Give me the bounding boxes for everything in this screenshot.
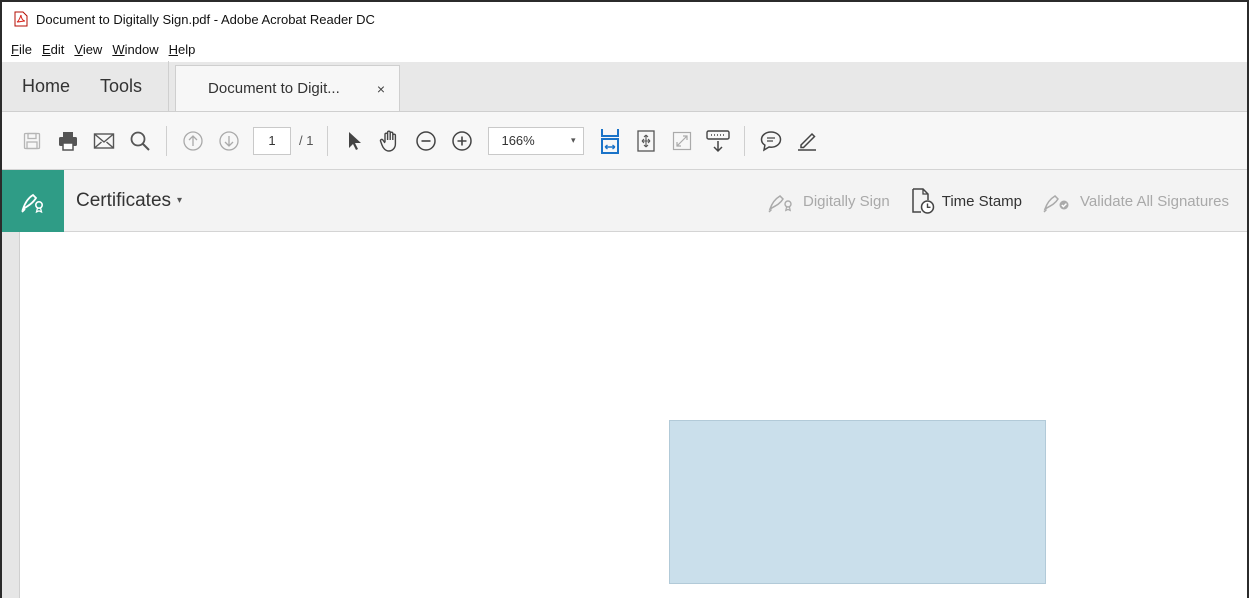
certificates-dropdown[interactable]: Certificates ▾: [76, 190, 182, 212]
chevron-down-icon: ▾: [177, 195, 183, 206]
time-stamp-label: Time Stamp: [941, 192, 1023, 210]
digitally-sign-label: Digitally Sign: [803, 192, 890, 210]
navigation-pane-strip[interactable]: [2, 232, 20, 598]
validate-all-signatures-label: Validate All Signatures: [1080, 192, 1229, 210]
acrobat-window: Document to Digitally Sign.pdf - Adobe A…: [0, 0, 1249, 598]
next-page-icon[interactable]: [211, 123, 247, 159]
previous-page-icon[interactable]: [175, 123, 211, 159]
toolbar: 1 / 1 166% ▾: [2, 112, 1247, 170]
tab-bar: Home Tools Document to Digit... ×: [2, 61, 1247, 112]
signature-field[interactable]: [669, 420, 1046, 584]
zoom-out-icon[interactable]: [408, 123, 444, 159]
menu-window[interactable]: Window: [112, 42, 158, 57]
certificates-label: Certificates: [76, 189, 172, 211]
comment-icon[interactable]: [753, 123, 789, 159]
search-icon[interactable]: [122, 123, 158, 159]
fit-page-icon[interactable]: [628, 123, 664, 159]
time-stamp-button[interactable]: Time Stamp: [910, 187, 1022, 215]
tab-document-label: Document to Digit...: [208, 80, 340, 97]
validate-all-signatures-button[interactable]: Validate All Signatures: [1042, 189, 1229, 213]
page-total: / 1: [299, 133, 314, 148]
certificate-pen-icon[interactable]: [2, 169, 64, 232]
email-icon[interactable]: [86, 123, 122, 159]
document-view[interactable]: [2, 232, 1247, 598]
certificates-toolbar: Certificates ▾ Digitally Sign Time Stamp: [2, 169, 1247, 232]
zoom-level-value: 166%: [501, 133, 535, 148]
sign-pen-icon: [767, 189, 797, 213]
digitally-sign-button[interactable]: Digitally Sign: [767, 189, 890, 213]
toolbar-separator: [166, 125, 167, 156]
tab-document[interactable]: Document to Digit... ×: [175, 65, 401, 111]
select-tool-icon[interactable]: [336, 123, 372, 159]
chevron-down-icon: ▾: [570, 135, 576, 145]
pdf-icon: [14, 11, 28, 27]
menu-help[interactable]: Help: [169, 42, 196, 57]
hand-tool-icon[interactable]: [372, 123, 408, 159]
menu-view[interactable]: View: [74, 42, 102, 57]
menu-bar: File Edit View Window Help: [2, 36, 1247, 62]
menu-file[interactable]: File: [11, 42, 32, 57]
title-bar: Document to Digitally Sign.pdf - Adobe A…: [2, 2, 1247, 36]
save-icon[interactable]: [14, 123, 50, 159]
full-screen-icon[interactable]: [664, 123, 700, 159]
certificate-actions: Digitally Sign Time Stamp Validate All S…: [747, 170, 1229, 232]
close-tab-icon[interactable]: ×: [377, 81, 385, 97]
toolbar-separator: [327, 125, 329, 156]
window-title: Document to Digitally Sign.pdf - Adobe A…: [36, 11, 375, 27]
page-number-input[interactable]: 1: [253, 126, 291, 155]
tab-home[interactable]: Home: [2, 61, 84, 111]
highlight-pen-icon[interactable]: [789, 123, 825, 159]
time-stamp-icon: [910, 187, 936, 215]
fit-page-width-icon[interactable]: [592, 123, 628, 159]
scrolling-mode-icon[interactable]: [700, 123, 736, 159]
zoom-level-dropdown[interactable]: 166% ▾: [488, 126, 585, 155]
validate-signature-icon: [1042, 189, 1074, 213]
menu-edit[interactable]: Edit: [42, 42, 64, 57]
zoom-in-icon[interactable]: [444, 123, 480, 159]
toolbar-separator: [744, 125, 746, 156]
print-icon[interactable]: [50, 123, 86, 159]
tab-tools[interactable]: Tools: [84, 61, 170, 111]
